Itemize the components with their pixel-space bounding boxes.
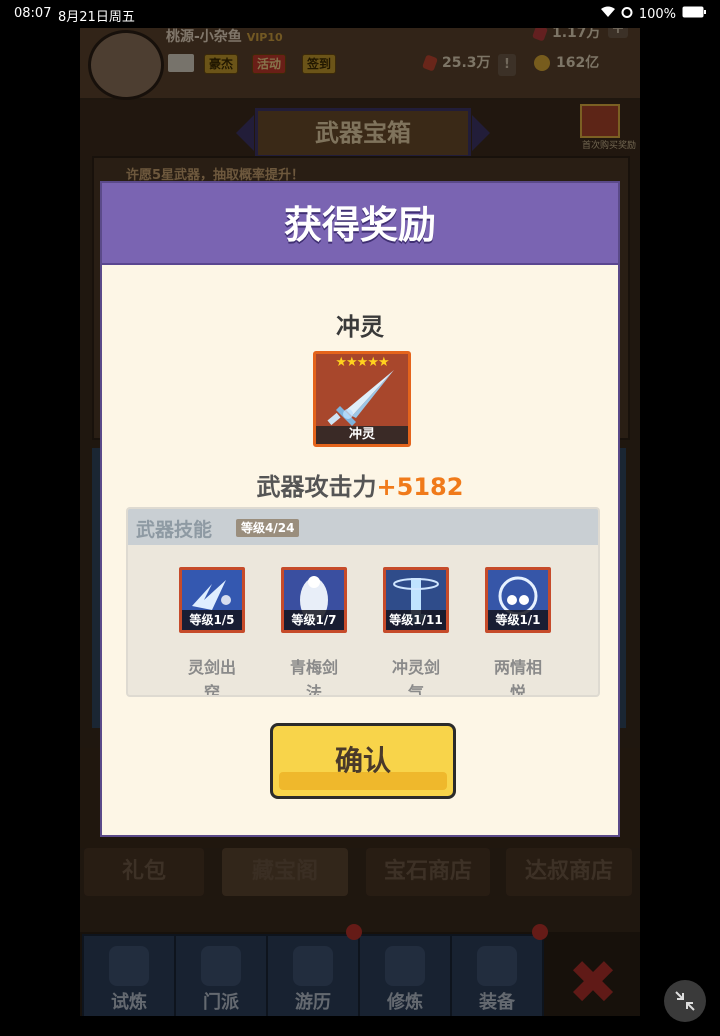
skill-item[interactable]: 等级1/5 灵剑出窍 xyxy=(162,567,262,697)
status-date: 8月21日周五 xyxy=(58,10,135,25)
status-bar: 08:07 8月21日周五 100% xyxy=(0,0,720,28)
skills-header: 武器技能 等级4/24 xyxy=(128,509,598,545)
skills-title: 武器技能 xyxy=(136,519,213,541)
skill-level: 等级1/1 xyxy=(488,610,548,630)
skill-item[interactable]: 等级1/1 两情相悦 xyxy=(468,567,568,697)
wifi-icon xyxy=(600,6,615,22)
skill-icon: 等级1/1 xyxy=(485,567,551,633)
skill-icon: 等级1/11 xyxy=(383,567,449,633)
skill-item[interactable]: 等级1/7 青梅剑法 xyxy=(264,567,364,697)
dialog-title: 获得奖励 xyxy=(283,203,436,247)
skill-name: 冲灵剑气 xyxy=(391,658,440,697)
attack-label: 武器攻击力 xyxy=(256,473,377,501)
skills-panel: 武器技能 等级4/24 等级1/5 灵剑出窍 等级1/7 青梅剑法 等级1/11… xyxy=(126,507,600,697)
dialog-header: 获得奖励 xyxy=(102,183,618,265)
sword-icon xyxy=(327,370,394,426)
skill-item[interactable]: 等级1/11 冲灵剑气 xyxy=(366,567,466,697)
item-name: 冲灵 xyxy=(336,313,384,341)
battery-level: 100% xyxy=(638,6,676,22)
skill-icon: 等级1/7 xyxy=(281,567,347,633)
skill-name: 青梅剑法 xyxy=(289,658,338,697)
reward-dialog: 获得奖励 冲灵 ★★★★★ 冲灵 武器攻击力+5182 武器技能 等级4/24 … xyxy=(102,183,618,835)
skill-level: 等级1/7 xyxy=(284,610,344,630)
alarm-icon xyxy=(621,6,633,22)
minimize-icon xyxy=(675,991,695,1011)
confirm-button[interactable]: 确认 xyxy=(270,723,456,799)
skill-name: 灵剑出窍 xyxy=(187,658,236,697)
skill-name: 两情相悦 xyxy=(493,658,542,697)
weapon-item[interactable]: ★★★★★ 冲灵 xyxy=(313,351,411,447)
battery-icon xyxy=(682,6,706,22)
skill-level: 等级1/11 xyxy=(386,610,446,630)
status-time: 08:07 xyxy=(14,6,52,21)
confirm-label: 确认 xyxy=(334,744,391,777)
item-caption: 冲灵 xyxy=(316,426,408,444)
attack-stat: 武器攻击力+5182 xyxy=(102,467,618,502)
minimize-button[interactable] xyxy=(664,980,706,1022)
skill-level: 等级1/5 xyxy=(182,610,242,630)
skills-level-badge: 等级4/24 xyxy=(236,519,300,537)
skill-icon: 等级1/5 xyxy=(179,567,245,633)
attack-value: +5182 xyxy=(376,473,464,501)
